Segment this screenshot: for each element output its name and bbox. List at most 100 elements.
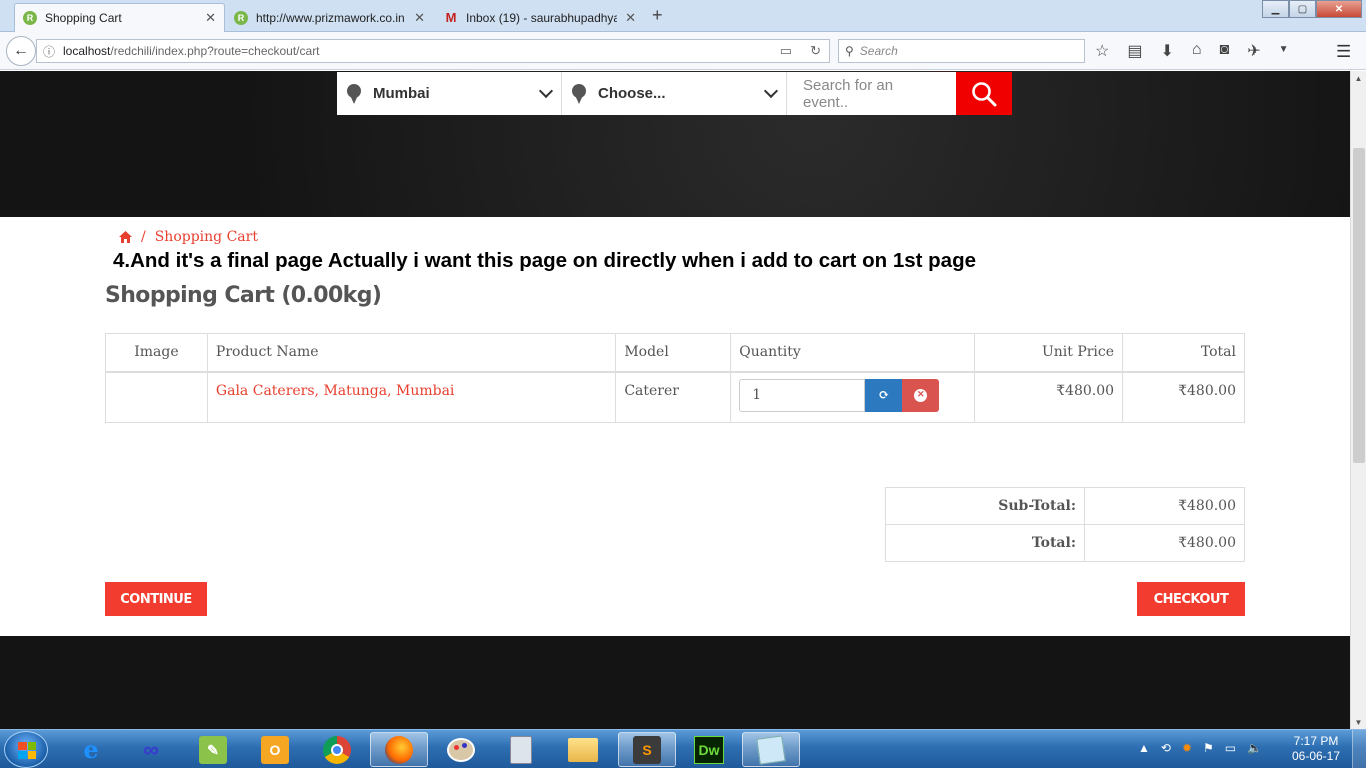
show-desktop-button[interactable] — [1352, 730, 1366, 769]
new-tab-button[interactable]: + — [652, 5, 663, 26]
chevron-down-icon — [763, 83, 779, 98]
home-icon[interactable] — [119, 231, 132, 243]
visual-studio-icon[interactable]: ∞ — [122, 732, 180, 767]
city-select[interactable]: Mumbai — [337, 72, 562, 115]
pocket-icon[interactable]: ◙ — [1220, 41, 1230, 61]
event-search-button[interactable] — [956, 72, 1012, 115]
product-model: Caterer — [615, 371, 732, 423]
location-pin-icon — [347, 83, 361, 104]
outlook-icon[interactable]: O — [246, 732, 304, 767]
clock-time: 7:17 PM — [1293, 734, 1339, 748]
overflow-chevron-icon[interactable]: ▼ — [1279, 44, 1289, 61]
line-total: ₹480.00 — [1122, 371, 1245, 423]
browser-nav-bar: ← ⓘ localhost/redchili/index.php?route=c… — [0, 32, 1366, 70]
minimize-button[interactable]: ▁ — [1262, 0, 1289, 18]
close-tab-icon[interactable]: ✕ — [205, 10, 216, 26]
site-favicon-icon: R — [234, 10, 248, 25]
menu-hamburger-icon[interactable]: ☰ — [1336, 42, 1351, 62]
home-icon[interactable]: ⌂ — [1192, 41, 1202, 61]
reload-icon[interactable]: ↻ — [810, 43, 821, 59]
tab-gmail-inbox[interactable]: M Inbox (19) - saurabhupadhyay ✕ — [436, 3, 644, 32]
subtotal-value: ₹480.00 — [1084, 487, 1245, 525]
file-explorer-icon[interactable] — [554, 732, 612, 767]
table-header-row: Image Product Name Model Quantity Unit P… — [105, 333, 1245, 373]
system-tray: ▲ ⟲ ✹ ⚑ ▭ 🔈 — [1138, 741, 1262, 755]
tab-title: Inbox (19) - saurabhupadhyay — [466, 10, 618, 25]
site-info-icon[interactable]: ⓘ — [43, 43, 55, 60]
browser-search-bar[interactable]: ⚲ Search — [838, 39, 1085, 63]
refresh-icon: ⟳ — [878, 387, 890, 403]
taskbar-clock[interactable]: 7:17 PM 06-06-17 — [1285, 734, 1347, 764]
paint-icon[interactable] — [432, 732, 490, 767]
total-label: Total: — [885, 524, 1085, 562]
remove-item-button[interactable]: ✕ — [902, 378, 940, 412]
scrollbar-thumb[interactable] — [1353, 148, 1365, 463]
internet-explorer-icon[interactable]: e — [62, 732, 120, 767]
checkout-button[interactable]: CHECKOUT — [1137, 582, 1245, 616]
event-search-input[interactable]: Search for an event.. — [787, 72, 956, 115]
breadcrumb-current[interactable]: Shopping Cart — [155, 229, 258, 245]
page-scrollbar[interactable]: ▲ ▼ — [1350, 71, 1366, 729]
column-header-model: Model — [615, 333, 732, 373]
calculator-icon[interactable] — [492, 732, 550, 767]
notepad-plus-icon[interactable]: ✎ — [184, 732, 242, 767]
sync-icon[interactable]: ⟲ — [1161, 741, 1171, 755]
address-bar[interactable]: ⓘ localhost/redchili/index.php?route=che… — [36, 39, 830, 63]
scroll-up-icon[interactable]: ▲ — [1351, 71, 1366, 85]
start-button[interactable] — [4, 731, 48, 768]
product-image-cell — [105, 371, 208, 423]
continue-button[interactable]: CONTINUE — [105, 582, 207, 616]
tab-prizmawork[interactable]: R http://www.prizmawork.co.in ✕ — [226, 3, 433, 32]
bookmarks-list-icon[interactable]: ▤ — [1127, 41, 1142, 61]
update-quantity-button[interactable]: ⟳ — [865, 378, 903, 412]
event-search-placeholder: Search for an event.. — [803, 76, 894, 111]
hero-banner: Mumbai Choose... Search for an event.. — [0, 71, 1350, 217]
action-center-flag-icon[interactable]: ⚑ — [1203, 741, 1214, 755]
breadcrumb-separator: / — [141, 229, 146, 245]
category-select[interactable]: Choose... — [562, 72, 787, 115]
quantity-value: 1 — [752, 387, 762, 403]
window-controls: ▁ ▢ ✕ — [1262, 0, 1362, 18]
tab-shopping-cart[interactable]: R Shopping Cart ✕ — [14, 3, 225, 32]
network-icon[interactable]: ▭ — [1225, 741, 1236, 755]
maximize-button[interactable]: ▢ — [1289, 0, 1316, 18]
dreamweaver-icon[interactable]: Dw — [680, 732, 738, 767]
downloads-icon[interactable]: ⬇ — [1160, 41, 1173, 61]
sublime-text-icon[interactable]: S — [618, 732, 676, 767]
antivirus-icon[interactable]: ✹ — [1182, 741, 1192, 755]
windows-logo-icon — [18, 742, 36, 759]
extension-icon[interactable]: ✈ — [1247, 41, 1260, 61]
column-header-quantity: Quantity — [730, 333, 976, 373]
show-hidden-icons-icon[interactable]: ▲ — [1138, 741, 1150, 755]
search-icon: ⚲ — [845, 44, 854, 58]
volume-muted-icon[interactable]: 🔈 — [1247, 741, 1262, 755]
browser-toolbar-icons: ☆ ▤ ⬇ ⌂ ◙ ✈ ▼ — [1095, 41, 1289, 61]
reader-view-icon[interactable]: ▭ — [780, 43, 792, 59]
product-name-cell: Gala Caterers, Matunga, Mumbai — [206, 371, 617, 423]
cart-table: Image Product Name Model Quantity Unit P… — [105, 333, 1245, 423]
close-tab-icon[interactable]: ✕ — [625, 10, 636, 26]
category-value: Choose... — [598, 85, 666, 102]
gmail-icon: M — [445, 10, 457, 25]
product-link[interactable]: Gala Caterers, Matunga, Mumbai — [216, 383, 455, 399]
window-close-button[interactable]: ✕ — [1316, 0, 1362, 18]
bookmark-star-icon[interactable]: ☆ — [1095, 41, 1109, 61]
quantity-cell: 1 ⟳ ✕ — [730, 371, 976, 423]
close-tab-icon[interactable]: ✕ — [414, 10, 425, 26]
back-button[interactable]: ← — [6, 36, 36, 66]
totals-table: Sub-Total: ₹480.00 Total: ₹480.00 — [885, 487, 1245, 562]
column-header-product: Product Name — [206, 333, 617, 373]
event-search-form: Mumbai Choose... Search for an event.. — [337, 72, 1012, 115]
notes-app-icon[interactable] — [742, 732, 800, 767]
annotation-text: 4.And it's a final page Actually i want … — [113, 249, 976, 272]
clock-date: 06-06-17 — [1291, 749, 1341, 763]
firefox-icon[interactable] — [370, 732, 428, 767]
scroll-down-icon[interactable]: ▼ — [1351, 715, 1366, 729]
total-value: ₹480.00 — [1084, 524, 1245, 562]
quantity-input[interactable]: 1 — [739, 378, 866, 412]
column-header-total: Total — [1122, 333, 1245, 373]
url-host: localhost — [63, 44, 111, 58]
quantity-group: 1 ⟳ ✕ — [739, 378, 966, 412]
chrome-icon[interactable] — [308, 732, 366, 767]
subtotal-label: Sub-Total: — [885, 487, 1085, 525]
